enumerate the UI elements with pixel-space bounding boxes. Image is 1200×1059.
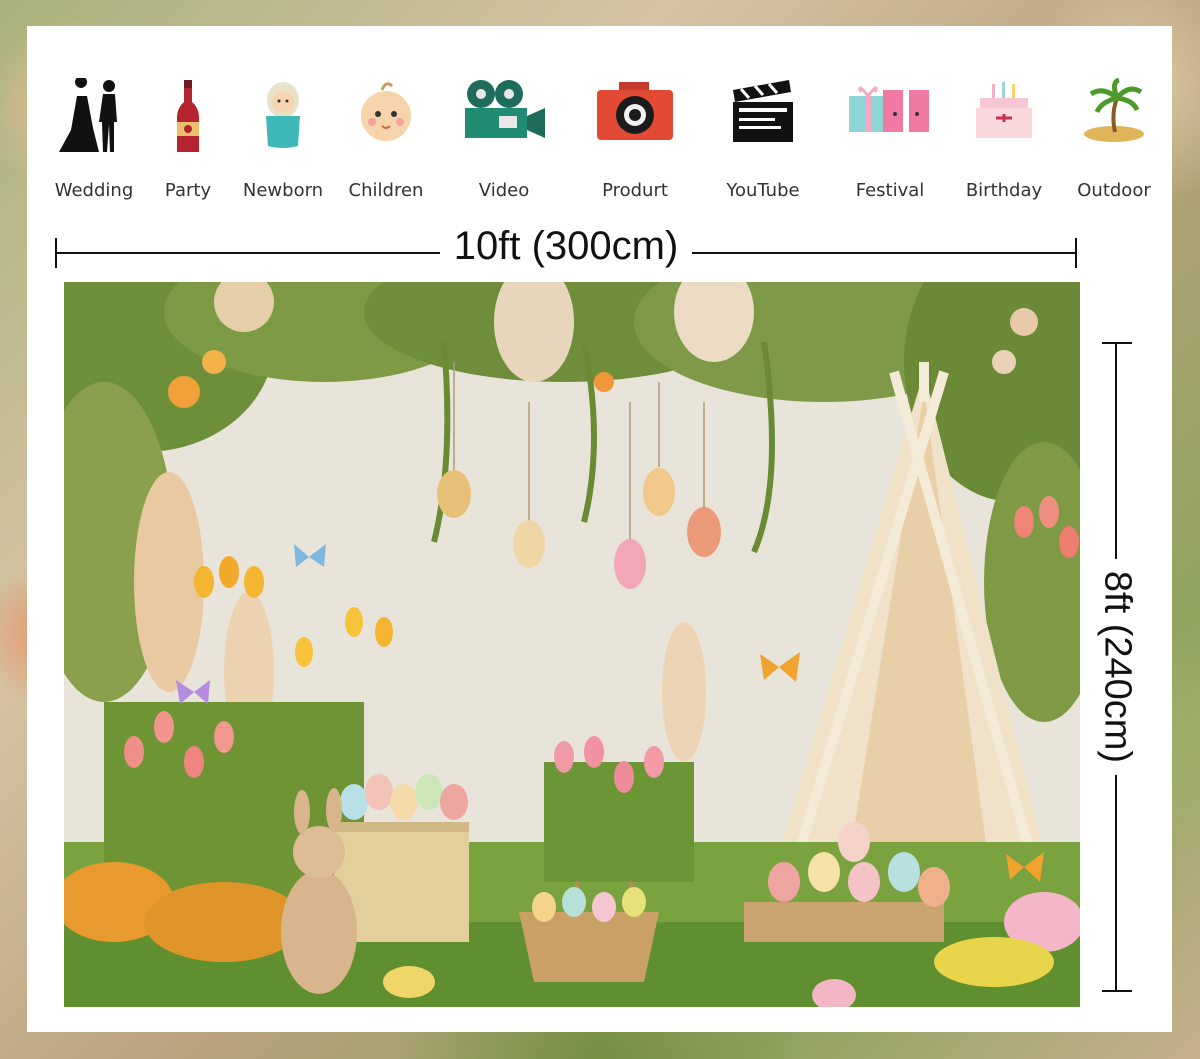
children-icon — [361, 82, 411, 141]
island-icon — [1084, 78, 1144, 142]
width-dimension: 10ft (300cm) — [55, 224, 1077, 276]
icon-item-video — [449, 78, 559, 144]
cake-icon — [976, 82, 1032, 138]
video-camera-icon — [465, 80, 545, 138]
height-dimension-label: 8ft (240cm) — [1095, 558, 1139, 776]
icon-label-children: Children — [348, 180, 424, 201]
clapperboard-icon — [733, 80, 793, 142]
icon-label-outdoor: Outdoor — [1077, 180, 1151, 201]
icon-label-video: Video — [478, 180, 530, 201]
icon-label-youtube: YouTube — [726, 180, 800, 201]
icon-label-newborn: Newborn — [242, 180, 324, 201]
icon-label-produrt: Produrt — [602, 180, 668, 201]
camera-icon — [597, 82, 673, 140]
icon-label-birthday: Birthday — [965, 180, 1043, 201]
height-dimension: 8ft (240cm) — [1087, 342, 1147, 992]
party-icon — [177, 80, 199, 152]
icon-item-children — [331, 78, 441, 144]
icon-item-newborn — [228, 78, 338, 150]
newborn-icon — [266, 82, 300, 148]
height-dimension-bottom-cap — [1102, 990, 1132, 992]
width-dimension-label-wrap: 10ft (300cm) — [55, 224, 1077, 268]
icon-item-festival — [835, 78, 945, 136]
icon-item-birthday — [949, 78, 1059, 140]
icon-item-outdoor — [1059, 78, 1169, 144]
height-dimension-top-cap — [1102, 342, 1132, 344]
wedding-icon — [59, 78, 117, 152]
easter-backdrop-image — [64, 282, 1080, 1007]
product-card: Wedding Party Newborn Children Video Pro… — [27, 26, 1172, 1032]
easter-scene-illustration — [64, 282, 1080, 1007]
icon-label-festival: Festival — [855, 180, 925, 201]
use-case-icons-row: Wedding Party Newborn Children Video Pro… — [27, 26, 1172, 226]
width-dimension-label: 10ft (300cm) — [439, 224, 693, 268]
icon-item-produrt — [580, 78, 690, 142]
icon-item-party — [133, 78, 243, 156]
gift-icon — [849, 80, 929, 132]
icon-item-youtube — [708, 78, 818, 144]
